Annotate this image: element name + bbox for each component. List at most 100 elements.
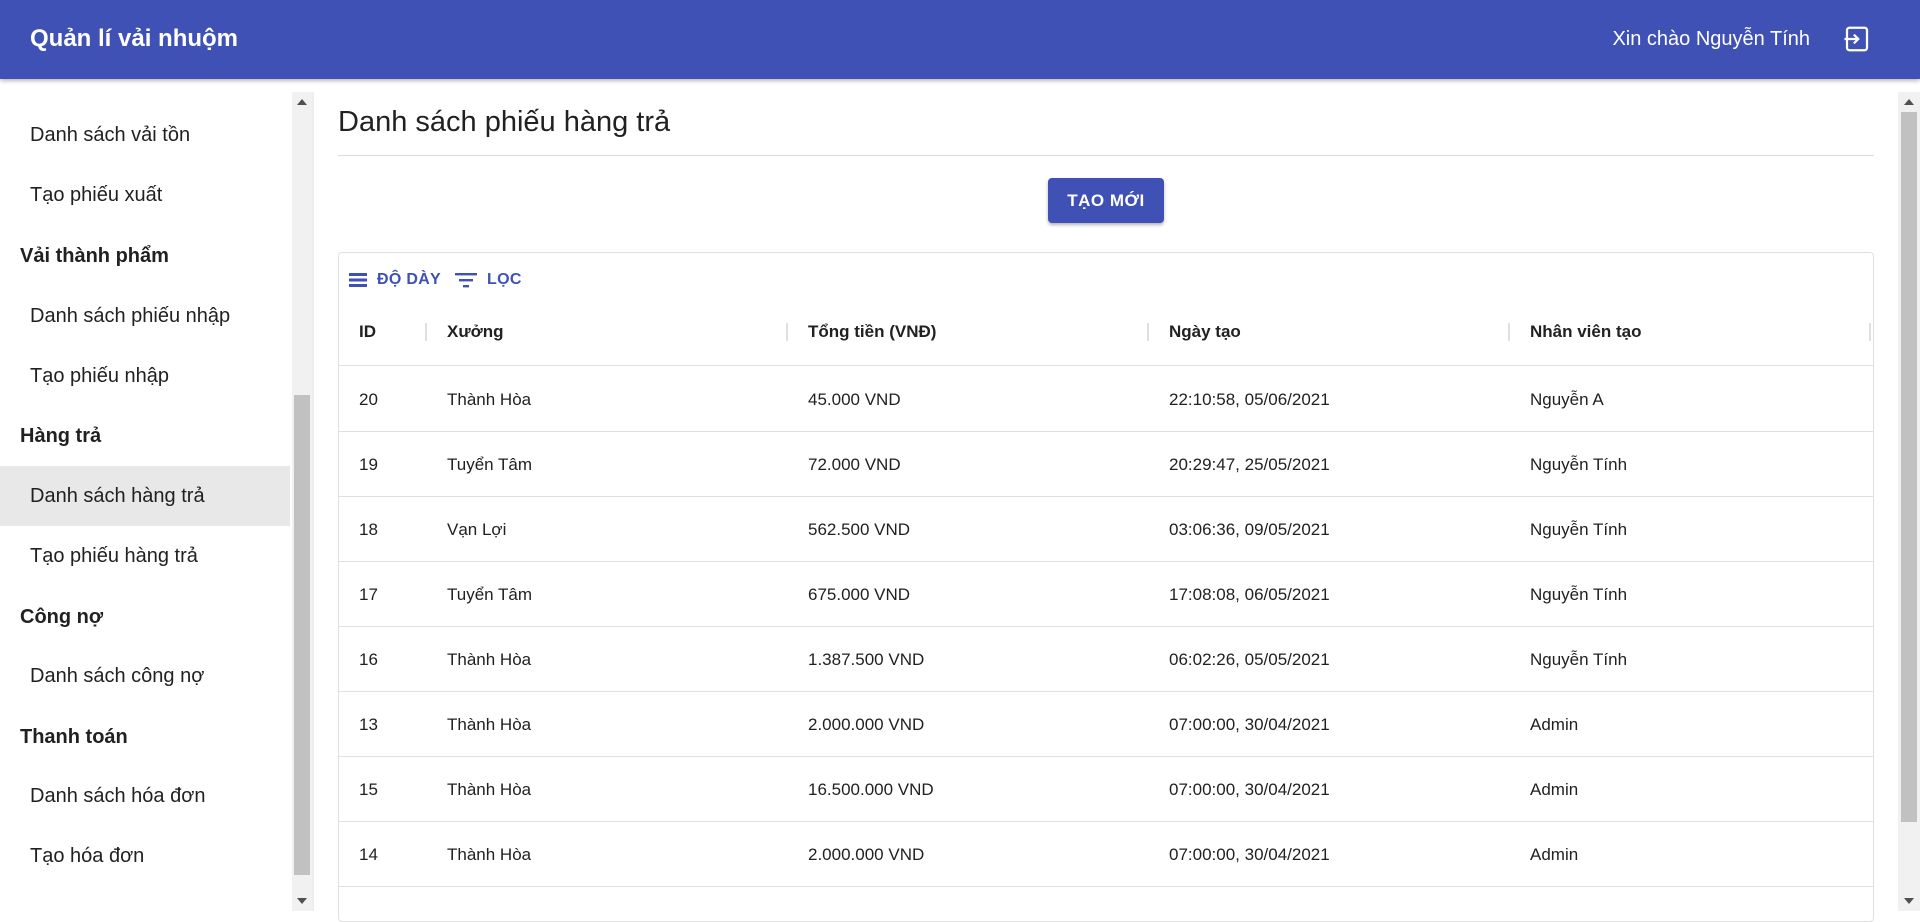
cell-nhan-vien: Nguyễn A <box>1530 389 1604 409</box>
cell-id: 13 <box>359 714 378 734</box>
sidebar-item-label: Tạo phiếu hàng trả <box>30 544 198 567</box>
cell-xuong: Thành Hòa <box>447 649 532 669</box>
sidebar-section-label: Thanh toán <box>20 725 128 748</box>
sidebar-item-label: Danh sách hàng trả <box>30 484 205 507</box>
filter-icon <box>455 271 478 289</box>
cell-nhan-vien: Nguyễn Tính <box>1530 584 1628 604</box>
scroll-up-arrow-icon[interactable] <box>1904 99 1914 105</box>
sidebar-scroll-thumb[interactable] <box>294 395 310 875</box>
column-header-nhan-vien[interactable]: Nhân viên tạo <box>1530 297 1641 366</box>
user-greeting: Xin chào Nguyễn Tính <box>1612 28 1810 50</box>
sidebar-item-label: Danh sách vải tồn <box>30 123 191 146</box>
sidebar-item-cong-no[interactable]: Danh sách công nợ <box>0 646 290 706</box>
data-grid: ĐỘ DÀY LỌC ID Xưởng Tổng tiền (VNĐ) Ngày… <box>338 252 1874 922</box>
table-row[interactable]: 18 Vạn Lợi 562.500 VND 03:06:36, 09/05/2… <box>339 497 1873 562</box>
cell-ngay-tao: 07:00:00, 30/04/2021 <box>1169 779 1330 799</box>
sidebar-scrollbar[interactable] <box>292 92 312 911</box>
cell-id: 20 <box>359 389 378 409</box>
cell-id: 19 <box>359 454 378 474</box>
column-separator[interactable] <box>425 323 427 341</box>
cell-tong-tien: 72.000 VND <box>808 454 901 474</box>
column-separator[interactable] <box>1869 323 1871 341</box>
page-title: Danh sách phiếu hàng trả <box>338 106 671 138</box>
density-button[interactable]: ĐỘ DÀY <box>349 271 441 289</box>
cell-nhan-vien: Nguyễn Tính <box>1530 649 1628 669</box>
sidebar-item-label: Danh sách phiếu nhập <box>30 304 231 327</box>
cell-id: 16 <box>359 649 378 669</box>
cell-ngay-tao: 06:02:26, 05/05/2021 <box>1169 649 1330 669</box>
grid-toolbar: ĐỘ DÀY LỌC <box>349 265 536 295</box>
cell-id: 14 <box>359 844 378 864</box>
table-row[interactable]: 19 Tuyển Tâm 72.000 VND 20:29:47, 25/05/… <box>339 432 1873 497</box>
scroll-down-arrow-icon[interactable] <box>1904 898 1914 904</box>
sidebar-item-label: Danh sách công nợ <box>30 664 205 687</box>
sidebar-item-hang-tra[interactable]: Danh sách hàng trả <box>0 466 290 526</box>
density-icon <box>349 271 367 289</box>
sidebar-item-vai-ton[interactable]: Danh sách vải tồn <box>0 105 290 165</box>
table-row[interactable]: 15 Thành Hòa 16.500.000 VND 07:00:00, 30… <box>339 757 1873 822</box>
main-scrollbar[interactable] <box>1898 92 1920 911</box>
sidebar-item-label: Tạo hóa đơn <box>30 844 145 867</box>
sidebar-section-vai-thanh-pham: Vải thành phẩm <box>0 236 290 276</box>
cell-ngay-tao: 03:06:36, 09/05/2021 <box>1169 519 1330 539</box>
table-row[interactable]: 14 Thành Hòa 2.000.000 VND 07:00:00, 30/… <box>339 822 1873 887</box>
sidebar-section-label: Vải thành phẩm <box>20 244 169 267</box>
cell-nhan-vien: Nguyễn Tính <box>1530 519 1628 539</box>
sidebar-item-phieu-nhap[interactable]: Danh sách phiếu nhập <box>0 286 290 346</box>
sidebar-section-thanh-toan: Thanh toán <box>0 717 290 757</box>
sidebar-item-tao-phieu-xuat[interactable]: Tạo phiếu xuất <box>0 165 290 225</box>
sidebar-item-hoa-don[interactable]: Danh sách hóa đơn <box>0 766 290 826</box>
filter-button[interactable]: LỌC <box>455 271 522 289</box>
column-header-tong-tien[interactable]: Tổng tiền (VNĐ) <box>808 297 936 366</box>
sidebar-item-tao-phieu-nhap[interactable]: Tạo phiếu nhập <box>0 346 290 406</box>
scroll-down-arrow-icon[interactable] <box>297 898 307 904</box>
column-header-ngay-tao[interactable]: Ngày tạo <box>1169 297 1241 366</box>
cell-xuong: Thành Hòa <box>447 389 532 409</box>
column-separator[interactable] <box>786 323 788 341</box>
sidebar-section-hang-tra: Hàng trả <box>0 416 290 456</box>
cell-xuong: Vạn Lợi <box>447 519 507 539</box>
main-scroll-thumb[interactable] <box>1901 112 1917 822</box>
grid-header: ID Xưởng Tổng tiền (VNĐ) Ngày tạo Nhân v… <box>339 297 1873 366</box>
cell-ngay-tao: 17:08:08, 06/05/2021 <box>1169 584 1330 604</box>
cell-id: 17 <box>359 584 378 604</box>
sidebar-item-label: Tạo phiếu xuất <box>30 183 163 206</box>
table-row[interactable]: 17 Tuyển Tâm 675.000 VND 17:08:08, 06/05… <box>339 562 1873 627</box>
cell-tong-tien: 16.500.000 VND <box>808 779 934 799</box>
cell-tong-tien: 2.000.000 VND <box>808 714 925 734</box>
logout-icon[interactable] <box>1842 24 1872 54</box>
sidebar: Danh sách vải tồn Tạo phiếu xuất Vải thà… <box>0 92 292 911</box>
create-new-button[interactable]: TẠO MỚI <box>1048 178 1164 223</box>
column-header-xuong[interactable]: Xưởng <box>447 297 504 366</box>
cell-tong-tien: 2.000.000 VND <box>808 844 925 864</box>
sidebar-item-label: Tạo phiếu nhập <box>30 364 170 387</box>
scroll-up-arrow-icon[interactable] <box>297 99 307 105</box>
table-row[interactable]: 13 Thành Hòa 2.000.000 VND 07:00:00, 30/… <box>339 692 1873 757</box>
app-title: Quản lí vải nhuộm <box>30 25 239 52</box>
title-divider <box>338 155 1874 156</box>
cell-xuong: Thành Hòa <box>447 779 532 799</box>
sidebar-item-tao-phieu-hang-tra[interactable]: Tạo phiếu hàng trả <box>0 526 290 586</box>
column-separator[interactable] <box>1147 323 1149 341</box>
table-row[interactable]: 20 Thành Hòa 45.000 VND 22:10:58, 05/06/… <box>339 367 1873 432</box>
sidebar-item-label: Danh sách hóa đơn <box>30 784 206 807</box>
density-label: ĐỘ DÀY <box>377 271 442 288</box>
cell-id: 15 <box>359 779 378 799</box>
cell-nhan-vien: Admin <box>1530 844 1579 864</box>
sidebar-item-tao-hoa-don[interactable]: Tạo hóa đơn <box>0 826 290 886</box>
cell-tong-tien: 1.387.500 VND <box>808 649 925 669</box>
cell-id: 18 <box>359 519 378 539</box>
cell-xuong: Tuyển Tâm <box>447 454 533 474</box>
column-header-id[interactable]: ID <box>359 297 376 366</box>
sidebar-section-label: Công nợ <box>20 605 104 628</box>
table-row[interactable]: 16 Thành Hòa 1.387.500 VND 06:02:26, 05/… <box>339 627 1873 692</box>
cell-nhan-vien: Nguyễn Tính <box>1530 454 1628 474</box>
app-bar: Quản lí vải nhuộm Xin chào Nguyễn Tính <box>0 0 1920 79</box>
main-content: Danh sách phiếu hàng trả TẠO MỚI ĐỘ DÀY <box>314 92 1898 922</box>
sidebar-section-cong-no: Công nợ <box>0 597 290 637</box>
cell-tong-tien: 562.500 VND <box>808 519 911 539</box>
cell-ngay-tao: 07:00:00, 30/04/2021 <box>1169 714 1330 734</box>
cell-tong-tien: 675.000 VND <box>808 584 911 604</box>
cell-tong-tien: 45.000 VND <box>808 389 901 409</box>
column-separator[interactable] <box>1508 323 1510 341</box>
